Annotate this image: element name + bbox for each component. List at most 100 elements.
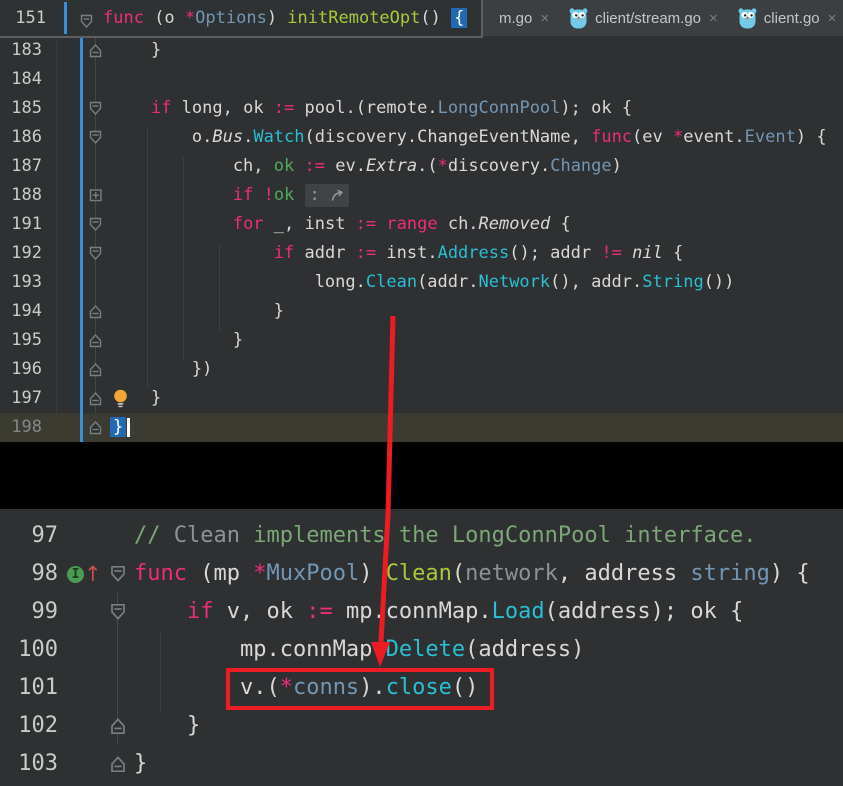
tab-m-go[interactable]: m.go ×	[482, 0, 559, 36]
code-token: ch,	[110, 156, 274, 176]
code-token: *	[673, 127, 683, 147]
code-line-row[interactable]: 198}	[0, 413, 843, 442]
navigate-up-icon[interactable]: ↑	[84, 562, 102, 586]
close-icon[interactable]: ×	[828, 10, 837, 27]
code-line[interactable]: }	[110, 330, 243, 350]
fold-expand-icon[interactable]	[89, 188, 102, 203]
code-token: .	[243, 127, 253, 147]
intention-bulb-icon[interactable]	[112, 389, 129, 408]
code-line[interactable]: // Clean implements the LongConnPool int…	[134, 523, 757, 548]
editor-bottom-pane[interactable]: 97 // Clean implements the LongConnPool i…	[0, 509, 843, 786]
fold-toggle-icon[interactable]	[89, 391, 102, 406]
tab-client-go[interactable]: client.go ×	[728, 0, 843, 36]
fold-toggle-icon[interactable]	[80, 14, 93, 29]
return-arrow-icon	[330, 189, 344, 202]
fold-toggle-icon[interactable]	[89, 246, 102, 261]
fold-column	[89, 297, 110, 326]
fold-toggle-icon[interactable]	[89, 362, 102, 377]
code-token: *	[185, 8, 195, 28]
code-token: v.(	[134, 675, 280, 700]
line-number: 192	[0, 239, 46, 268]
code-token: }	[110, 330, 243, 350]
code-token: )	[267, 8, 287, 28]
code-line-row[interactable]: 100 mp.connMap.Delete(address)	[0, 631, 843, 669]
code-line-row[interactable]: 193 long.Clean(addr.Network(), addr.Stri…	[0, 268, 843, 297]
code-line[interactable]: for _, inst := range ch.Removed {	[110, 214, 571, 234]
code-line[interactable]: if long, ok := pool.(remote.LongConnPool…	[110, 98, 632, 118]
fold-toggle-icon[interactable]	[110, 717, 126, 735]
code-line[interactable]: mp.connMap.Delete(address)	[134, 637, 584, 662]
code-line[interactable]: })	[110, 359, 212, 379]
code-line[interactable]: if addr := inst.Address(); addr != nil {	[110, 243, 683, 263]
go-gopher-icon	[569, 7, 588, 29]
folded-region[interactable]: :	[305, 184, 349, 207]
code-line[interactable]: v.(*conns).close()	[134, 675, 478, 700]
code-line-row[interactable]: 187 ch, ok := ev.Extra.(*discovery.Chang…	[0, 152, 843, 181]
code-line-row[interactable]: 183 }	[0, 36, 843, 65]
code-line-row[interactable]: 191 for _, inst := range ch.Removed {	[0, 210, 843, 239]
code-token: func	[591, 127, 632, 147]
matched-brace: }	[110, 417, 126, 437]
code-line-row[interactable]: 196 })	[0, 355, 843, 384]
fold-toggle-icon[interactable]	[89, 304, 102, 319]
fold-toggle-icon[interactable]	[110, 755, 126, 773]
code-token: }	[110, 301, 284, 321]
fold-column	[89, 210, 110, 239]
code-token: {	[550, 214, 570, 234]
code-line[interactable]: }	[134, 713, 200, 738]
code-line[interactable]: func (o *Options) initRemoteOpt() {	[103, 0, 467, 36]
code-line[interactable]: }	[110, 301, 284, 321]
code-line-row[interactable]: 99 if v, ok := mp.connMap.Load(address);…	[0, 593, 843, 631]
fold-toggle-icon[interactable]	[110, 603, 126, 621]
fold-column	[89, 355, 110, 384]
fold-toggle-icon[interactable]	[89, 43, 102, 58]
fold-toggle-icon[interactable]	[89, 101, 102, 116]
code-line-row[interactable]: 102 }	[0, 707, 843, 745]
close-icon[interactable]: ×	[540, 10, 549, 27]
vcs-change-bar	[64, 2, 67, 34]
code-line-row[interactable]: 188 if !ok :	[0, 181, 843, 210]
code-token: Event	[745, 127, 796, 147]
code-token	[110, 214, 233, 234]
close-icon[interactable]: ×	[709, 10, 718, 27]
code-line-row[interactable]: 197 }	[0, 384, 843, 413]
line-number: 97	[0, 517, 64, 555]
fold-toggle-icon[interactable]	[89, 217, 102, 232]
code-line-row[interactable]: 195 }	[0, 326, 843, 355]
code-line[interactable]: }	[110, 40, 161, 60]
implements-interface-icon[interactable]: I	[67, 566, 84, 583]
code-line-row[interactable]: 184	[0, 65, 843, 94]
code-token: Options	[195, 8, 267, 28]
fold-toggle-icon[interactable]	[89, 420, 102, 435]
code-line[interactable]: if !ok :	[110, 184, 349, 207]
code-line[interactable]: if v, ok := mp.connMap.Load(address); ok…	[134, 599, 743, 624]
code-token: network	[465, 561, 558, 586]
editor-top-pane[interactable]: 183 }184185 if long, ok := pool.(remote.…	[0, 36, 843, 442]
line-number: 197	[0, 384, 46, 413]
code-line-row[interactable]: 186 o.Bus.Watch(discovery.ChangeEventNam…	[0, 123, 843, 152]
code-line-row[interactable]: 185 if long, ok := pool.(remote.LongConn…	[0, 94, 843, 123]
code-line[interactable]: long.Clean(addr.Network(), addr.String()…	[110, 272, 734, 292]
code-token: *	[280, 675, 293, 700]
fold-toggle-icon[interactable]	[89, 333, 102, 348]
code-line-row[interactable]: 101 v.(*conns).close()	[0, 669, 843, 707]
separator-band	[0, 442, 843, 509]
code-token: *	[438, 156, 448, 176]
code-line[interactable]: func (mp *MuxPool) Clean(network, addres…	[134, 561, 810, 586]
code-line-row[interactable]: 97 // Clean implements the LongConnPool i…	[0, 517, 843, 555]
code-line[interactable]: ch, ok := ev.Extra.(*discovery.Change)	[110, 156, 622, 176]
pinned-declaration-line[interactable]: 151 func (o *Options) initRemoteOpt() {	[0, 0, 483, 38]
code-line[interactable]: o.Bus.Watch(discovery.ChangeEventName, f…	[110, 127, 827, 147]
code-line-row[interactable]: 192 if addr := inst.Address(); addr != n…	[0, 239, 843, 268]
code-line[interactable]: }	[110, 417, 130, 437]
code-token: ); ok {	[560, 98, 632, 118]
tab-client-stream-go[interactable]: client/stream.go ×	[559, 0, 728, 36]
code-line-row[interactable]: 103}	[0, 745, 843, 783]
code-line[interactable]: }	[134, 751, 147, 776]
code-line-row[interactable]: 98I↑func (mp *MuxPool) Clean(network, ad…	[0, 555, 843, 593]
code-token: (addr.	[417, 272, 478, 292]
code-line-row[interactable]: 194 }	[0, 297, 843, 326]
fold-toggle-icon[interactable]	[89, 130, 102, 145]
fold-toggle-icon[interactable]	[110, 565, 126, 583]
tab-label: client/stream.go	[595, 10, 701, 27]
